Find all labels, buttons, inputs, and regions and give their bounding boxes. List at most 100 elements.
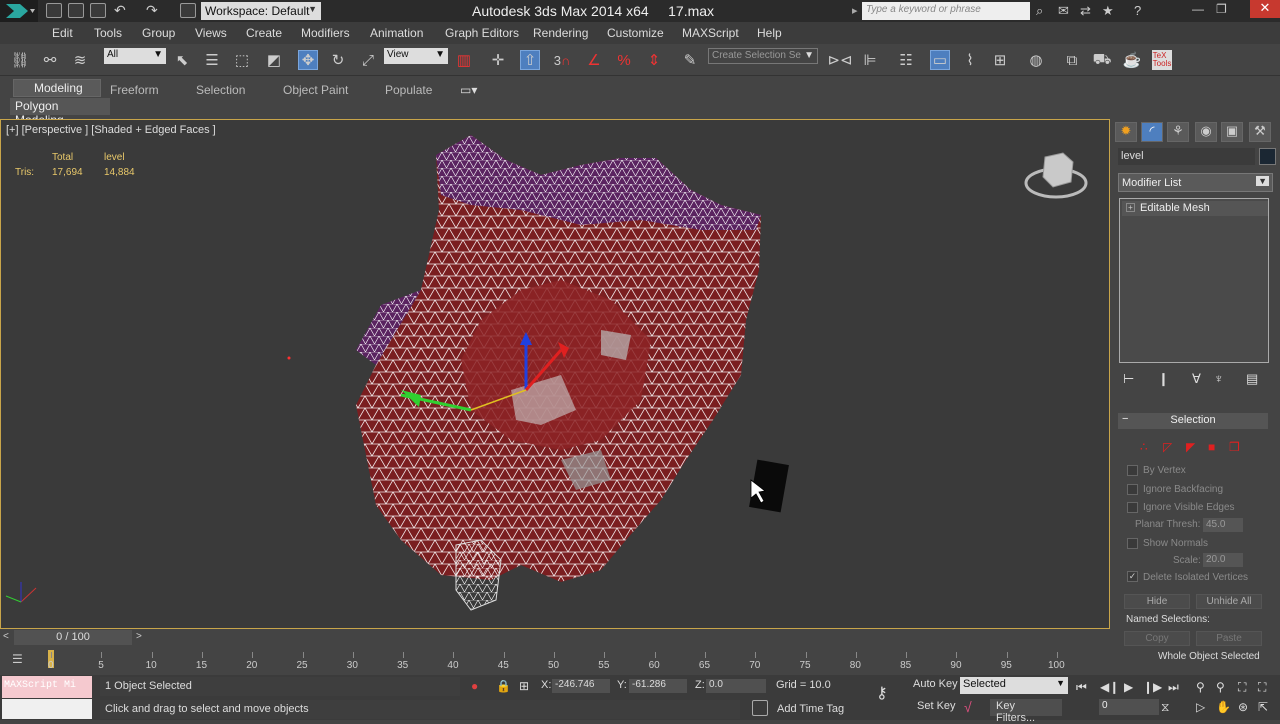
modify-tab-icon[interactable]: ◜ xyxy=(1141,122,1163,142)
orbit-icon[interactable]: ⊛ xyxy=(1238,700,1248,714)
pan-view-icon[interactable]: ✋ xyxy=(1216,700,1231,714)
configure-modifier-sets-icon[interactable]: ▤ xyxy=(1246,371,1258,387)
face-mode-icon[interactable]: ◤ xyxy=(1186,440,1198,454)
schematic-view-icon[interactable]: ⊞ xyxy=(990,50,1010,70)
select-and-scale-icon[interactable]: ⤢ xyxy=(358,50,378,70)
close-icon[interactable]: ✕ xyxy=(1250,0,1280,18)
layer-explorer-icon[interactable]: ☷ xyxy=(896,50,916,70)
ribbon-options-icon[interactable]: ▭▾ xyxy=(460,83,477,97)
scale-spinner[interactable]: 20.0 xyxy=(1203,553,1243,567)
mirror-icon[interactable]: ⊳⊲ xyxy=(827,50,852,70)
render-setup-icon[interactable]: ⧉ xyxy=(1062,50,1082,70)
material-editor-icon[interactable]: ◍ xyxy=(1026,50,1046,70)
maxscript-output[interactable] xyxy=(2,699,92,719)
next-frame-icon[interactable]: ❙▶ xyxy=(1143,680,1162,694)
ignore-visible-edges-checkbox[interactable] xyxy=(1127,502,1138,513)
communication-icon[interactable]: ✉ xyxy=(1058,3,1069,19)
menu-animation[interactable]: Animation xyxy=(370,26,423,40)
auto-key-button[interactable]: Auto Key xyxy=(913,678,958,690)
menu-rendering[interactable]: Rendering xyxy=(533,26,588,40)
save-file-icon[interactable] xyxy=(90,3,106,18)
bind-spacewarp-icon[interactable]: ≋ xyxy=(70,50,90,70)
new-file-icon[interactable] xyxy=(46,3,62,18)
element-mode-icon[interactable]: ❒ xyxy=(1229,440,1241,454)
menu-maxscript[interactable]: MAXScript xyxy=(682,26,739,40)
edit-named-selection-icon[interactable]: ✎ xyxy=(680,50,700,70)
x-coordinate-field[interactable]: -246.746 xyxy=(552,679,610,693)
spinner-snap-icon[interactable]: ⇕ xyxy=(644,50,664,70)
percent-snap-icon[interactable]: % xyxy=(614,50,634,70)
object-color-swatch[interactable] xyxy=(1259,148,1276,165)
exchange-icon[interactable]: ⇄ xyxy=(1080,3,1091,19)
previous-frame-icon[interactable]: ◀❙ xyxy=(1100,680,1119,694)
rendered-frame-window-icon[interactable]: ⛟ xyxy=(1092,50,1112,70)
select-and-move-icon[interactable]: ✥ xyxy=(298,50,318,70)
angle-snap-icon[interactable]: ∠ xyxy=(584,50,604,70)
key-mode-dropdown[interactable]: Selected ▼ xyxy=(960,677,1068,694)
favorites-star-icon[interactable]: ★ xyxy=(1102,3,1114,19)
zoom-all-icon[interactable]: ⚲ xyxy=(1216,680,1225,694)
select-object-icon[interactable]: ⬉ xyxy=(172,50,192,70)
tab-populate[interactable]: Populate xyxy=(385,83,432,97)
add-time-tag-button[interactable]: Add Time Tag xyxy=(777,703,844,715)
rectangular-selection-icon[interactable]: ⬚ xyxy=(232,50,252,70)
time-slider[interactable]: 0 / 100 xyxy=(14,630,132,645)
snaps-toggle-icon[interactable]: 3 ∩ xyxy=(552,50,572,70)
named-selection-set-dropdown[interactable]: Create Selection Se ▼ xyxy=(708,48,818,64)
menu-tools[interactable]: Tools xyxy=(94,26,122,40)
align-icon[interactable]: ⊫ xyxy=(860,50,880,70)
undo-icon[interactable]: ↶ xyxy=(114,2,126,19)
select-manipulate-icon[interactable]: ✛ xyxy=(488,50,508,70)
pivot-center-icon[interactable]: ▥ xyxy=(454,50,474,70)
paste-button[interactable]: Paste xyxy=(1196,631,1262,646)
zoom-extents-all-icon[interactable]: ⛶ xyxy=(1258,680,1266,695)
maximize-viewport-icon[interactable]: ⇱ xyxy=(1258,700,1268,714)
unhide-all-button[interactable]: Unhide All xyxy=(1196,594,1262,609)
window-crossing-icon[interactable]: ◩ xyxy=(264,50,284,70)
reference-coordinate-dropdown[interactable]: View ▼ xyxy=(384,48,448,64)
light-point-icon[interactable] xyxy=(287,356,291,360)
project-folder-icon[interactable] xyxy=(180,3,196,18)
hierarchy-tab-icon[interactable]: ⚘ xyxy=(1167,122,1189,142)
default-tangent-icon[interactable]: √ xyxy=(964,699,972,715)
absolute-mode-icon[interactable]: ⊞ xyxy=(519,679,529,693)
polygon-mode-icon[interactable]: ■ xyxy=(1208,440,1220,454)
ignore-backfacing-checkbox[interactable] xyxy=(1127,484,1138,495)
menu-customize[interactable]: Customize xyxy=(607,26,664,40)
menu-help[interactable]: Help xyxy=(757,26,782,40)
y-coordinate-field[interactable]: -61.286 xyxy=(629,679,687,693)
maxscript-listener[interactable]: MAXScript Mi xyxy=(2,676,92,698)
select-by-name-icon[interactable]: ☰ xyxy=(202,50,222,70)
menu-group[interactable]: Group xyxy=(142,26,175,40)
restore-icon[interactable]: ❐ xyxy=(1216,2,1227,16)
select-and-rotate-icon[interactable]: ↻ xyxy=(328,50,348,70)
stack-item-editable-mesh[interactable]: + Editable Mesh xyxy=(1122,201,1268,216)
search-input[interactable]: Type a keyword or phrase xyxy=(862,2,1030,20)
minimize-icon[interactable]: — xyxy=(1192,2,1204,16)
keyboard-shortcut-override-icon[interactable]: ⇧ xyxy=(520,50,540,70)
tab-object-paint[interactable]: Object Paint xyxy=(283,83,348,97)
binoculars-icon[interactable]: ⌕ xyxy=(1036,3,1043,19)
go-to-end-icon[interactable]: ⏭ xyxy=(1168,680,1179,695)
display-tab-icon[interactable]: ▣ xyxy=(1221,122,1243,142)
help-icon[interactable]: ? xyxy=(1134,3,1141,18)
selection-rollout-header[interactable]: − Selection xyxy=(1118,413,1268,429)
open-file-icon[interactable] xyxy=(68,3,84,18)
show-normals-checkbox[interactable] xyxy=(1127,538,1138,549)
create-tab-icon[interactable]: ✹ xyxy=(1115,122,1137,142)
isolate-selection-icon[interactable]: ● xyxy=(471,679,478,693)
field-of-view-icon[interactable]: ▷ xyxy=(1196,700,1205,714)
vertex-mode-icon[interactable]: ∴ xyxy=(1140,440,1152,454)
edge-mode-icon[interactable]: ◸ xyxy=(1163,440,1175,454)
zoom-icon[interactable]: ⚲ xyxy=(1196,680,1205,694)
polygon-modeling-panel[interactable]: Polygon Modeling xyxy=(10,98,110,127)
motion-tab-icon[interactable]: ◉ xyxy=(1195,122,1217,142)
z-coordinate-field[interactable]: 0.0 xyxy=(706,679,766,693)
viewcube-icon[interactable] xyxy=(1024,152,1088,199)
tab-freeform[interactable]: Freeform xyxy=(110,83,159,97)
workspace-dropdown[interactable]: Workspace: Default ▼ xyxy=(201,2,321,20)
unlink-icon[interactable]: ⚯ xyxy=(40,50,60,70)
remove-modifier-icon[interactable]: ♆ xyxy=(1214,371,1224,386)
delete-isolated-checkbox[interactable]: ✓ xyxy=(1127,571,1138,582)
go-to-start-icon[interactable]: ⏮ xyxy=(1076,680,1087,695)
